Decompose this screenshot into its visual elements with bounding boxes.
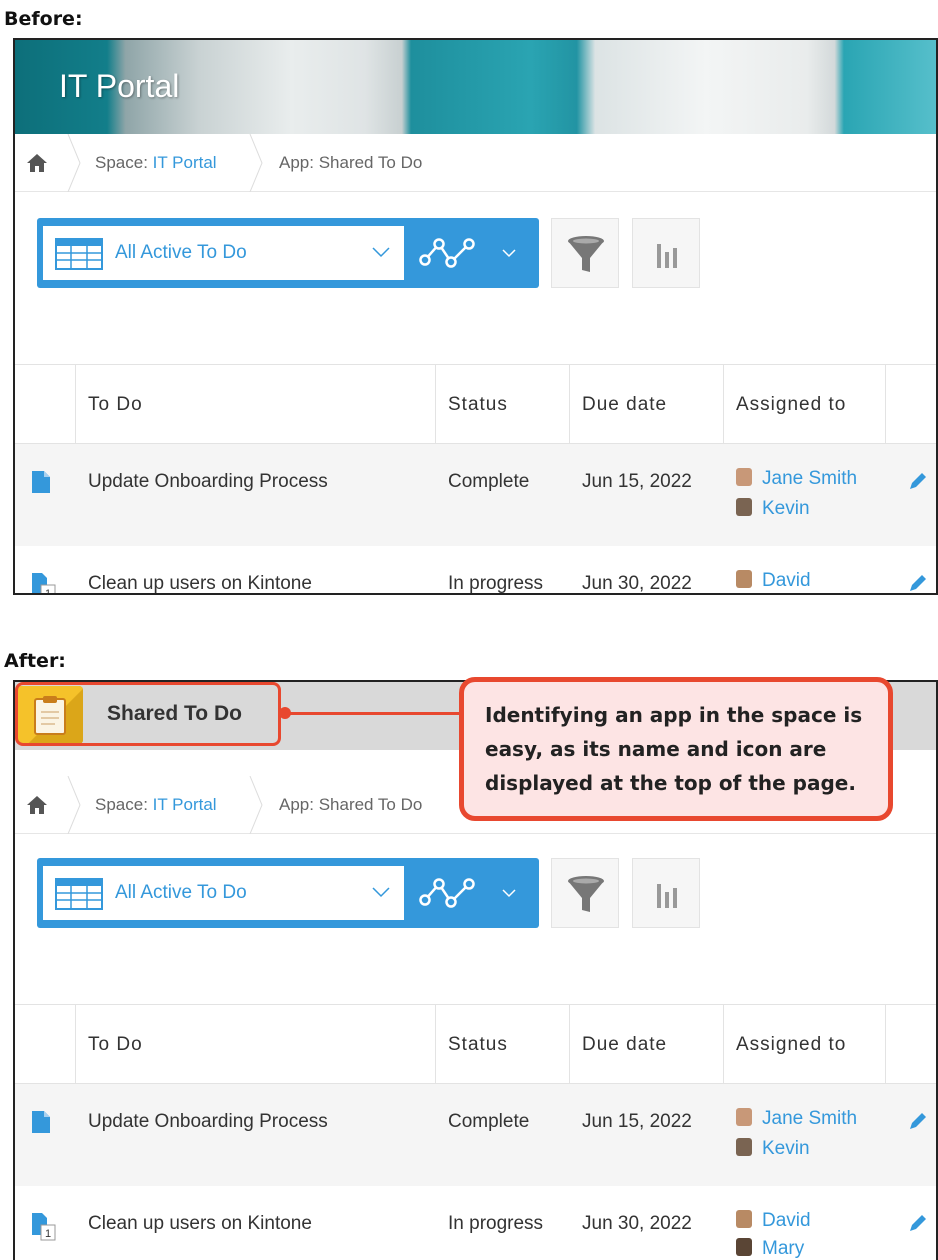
status-cell: In progress: [448, 573, 544, 594]
svg-text:1: 1: [45, 588, 51, 595]
due-date-cell: Jun 30, 2022: [582, 1213, 692, 1234]
avatar: [736, 1210, 752, 1228]
breadcrumb-separator-icon: [67, 776, 81, 834]
chevron-down-icon: [502, 889, 516, 898]
svg-text:1: 1: [45, 1228, 51, 1240]
assignee-link[interactable]: David: [736, 1210, 811, 1232]
space-banner: IT Portal: [15, 40, 936, 134]
avatar: [736, 1138, 752, 1156]
chevron-down-icon: [372, 887, 390, 898]
assignee-link[interactable]: Jane Smith: [736, 468, 857, 490]
avatar: [736, 1238, 752, 1256]
breadcrumb-space: Space: IT Portal: [95, 153, 217, 172]
todo-cell: Clean up users on Kintone: [88, 1213, 312, 1234]
view-name: All Active To Do: [115, 882, 247, 903]
column-header-status[interactable]: Status: [448, 394, 508, 416]
callout-connector: [283, 712, 463, 715]
breadcrumb-space: Space: IT Portal: [95, 795, 217, 814]
after-label: After:: [4, 650, 66, 672]
column-header-due-date[interactable]: Due date: [582, 1034, 667, 1056]
avatar: [736, 468, 752, 486]
column-header-status[interactable]: Status: [448, 1034, 508, 1056]
filter-icon: [568, 876, 604, 912]
avatar: [736, 498, 752, 516]
table-view-icon: [55, 878, 103, 910]
table-header: To Do Status Due date Assigned to: [15, 364, 936, 445]
edit-pencil-icon[interactable]: [907, 572, 929, 594]
column-header-todo[interactable]: To Do: [88, 394, 143, 416]
callout-connector-dot: [279, 707, 291, 719]
edit-pencil-icon[interactable]: [907, 470, 929, 492]
assignee-link[interactable]: Mary: [736, 1238, 804, 1260]
record-detail-icon[interactable]: 1: [32, 1213, 58, 1241]
edit-pencil-icon[interactable]: [907, 1110, 929, 1132]
avatar: [736, 570, 752, 588]
breadcrumb-separator-icon: [249, 134, 263, 192]
due-date-cell: Jun 15, 2022: [582, 471, 692, 492]
todo-cell: Clean up users on Kintone: [88, 573, 312, 594]
edit-pencil-icon[interactable]: [907, 1212, 929, 1234]
home-icon[interactable]: [23, 149, 51, 177]
column-header-assigned-to[interactable]: Assigned to: [736, 394, 846, 416]
breadcrumb-separator-icon: [67, 134, 81, 192]
assignee-link[interactable]: Kevin: [736, 1138, 810, 1160]
before-screenshot: IT Portal Space: IT Portal App: Shared T…: [13, 38, 938, 595]
status-cell: Complete: [448, 1111, 530, 1132]
table-row[interactable]: 1 Clean up users on Kintone In progress …: [15, 1186, 936, 1260]
view-dropdown[interactable]: All Active To Do: [43, 226, 404, 280]
breadcrumb-space-link[interactable]: IT Portal: [153, 795, 217, 814]
filter-icon: [568, 236, 604, 272]
app-header-highlight: [15, 682, 281, 746]
assignee-link[interactable]: David: [736, 570, 811, 592]
breadcrumb-space-link[interactable]: IT Portal: [153, 153, 217, 172]
record-detail-icon[interactable]: 1: [32, 573, 58, 595]
breadcrumb-app: App: Shared To Do: [279, 153, 423, 172]
todo-cell: Update Onboarding Process: [88, 471, 328, 492]
avatar: [736, 1108, 752, 1126]
column-header-assigned-to[interactable]: Assigned to: [736, 1034, 846, 1056]
view-name: All Active To Do: [115, 242, 247, 263]
view-selector[interactable]: All Active To Do: [37, 858, 539, 928]
todo-cell: Update Onboarding Process: [88, 1111, 328, 1132]
column-header-due-date[interactable]: Due date: [582, 394, 667, 416]
due-date-cell: Jun 30, 2022: [582, 573, 692, 594]
table-row[interactable]: Update Onboarding Process Complete Jun 1…: [15, 444, 936, 546]
chevron-down-icon: [372, 247, 390, 258]
chart-icon: [657, 244, 677, 268]
filter-button[interactable]: [551, 858, 619, 928]
annotation-callout: Identifying an app in the space is easy,…: [459, 677, 893, 821]
view-dropdown[interactable]: All Active To Do: [43, 866, 404, 920]
table-row[interactable]: Update Onboarding Process Complete Jun 1…: [15, 1084, 936, 1186]
assignee-link[interactable]: Jane Smith: [736, 1108, 857, 1130]
filter-button[interactable]: [551, 218, 619, 288]
before-label: Before:: [4, 8, 83, 30]
graph-button[interactable]: [632, 858, 700, 928]
view-selector[interactable]: All Active To Do: [37, 218, 539, 288]
table-header: To Do Status Due date Assigned to: [15, 1004, 936, 1085]
graph-icon[interactable]: [417, 234, 479, 270]
breadcrumb-separator-icon: [249, 776, 263, 834]
column-header-todo[interactable]: To Do: [88, 1034, 143, 1056]
status-cell: Complete: [448, 471, 530, 492]
breadcrumb-app: App: Shared To Do: [279, 795, 423, 814]
space-title: IT Portal: [59, 68, 180, 104]
graph-icon[interactable]: [417, 874, 479, 910]
status-cell: In progress: [448, 1213, 544, 1234]
home-icon[interactable]: [23, 791, 51, 819]
table-view-icon: [55, 238, 103, 270]
assignee-link[interactable]: Kevin: [736, 498, 810, 520]
breadcrumb: Space: IT Portal App: Shared To Do: [15, 134, 936, 192]
chart-icon: [657, 884, 677, 908]
table-row[interactable]: 1 Clean up users on Kintone In progress …: [15, 546, 936, 595]
record-detail-icon[interactable]: [32, 1111, 50, 1133]
due-date-cell: Jun 15, 2022: [582, 1111, 692, 1132]
graph-button[interactable]: [632, 218, 700, 288]
chevron-down-icon: [502, 249, 516, 258]
record-detail-icon[interactable]: [32, 471, 50, 493]
